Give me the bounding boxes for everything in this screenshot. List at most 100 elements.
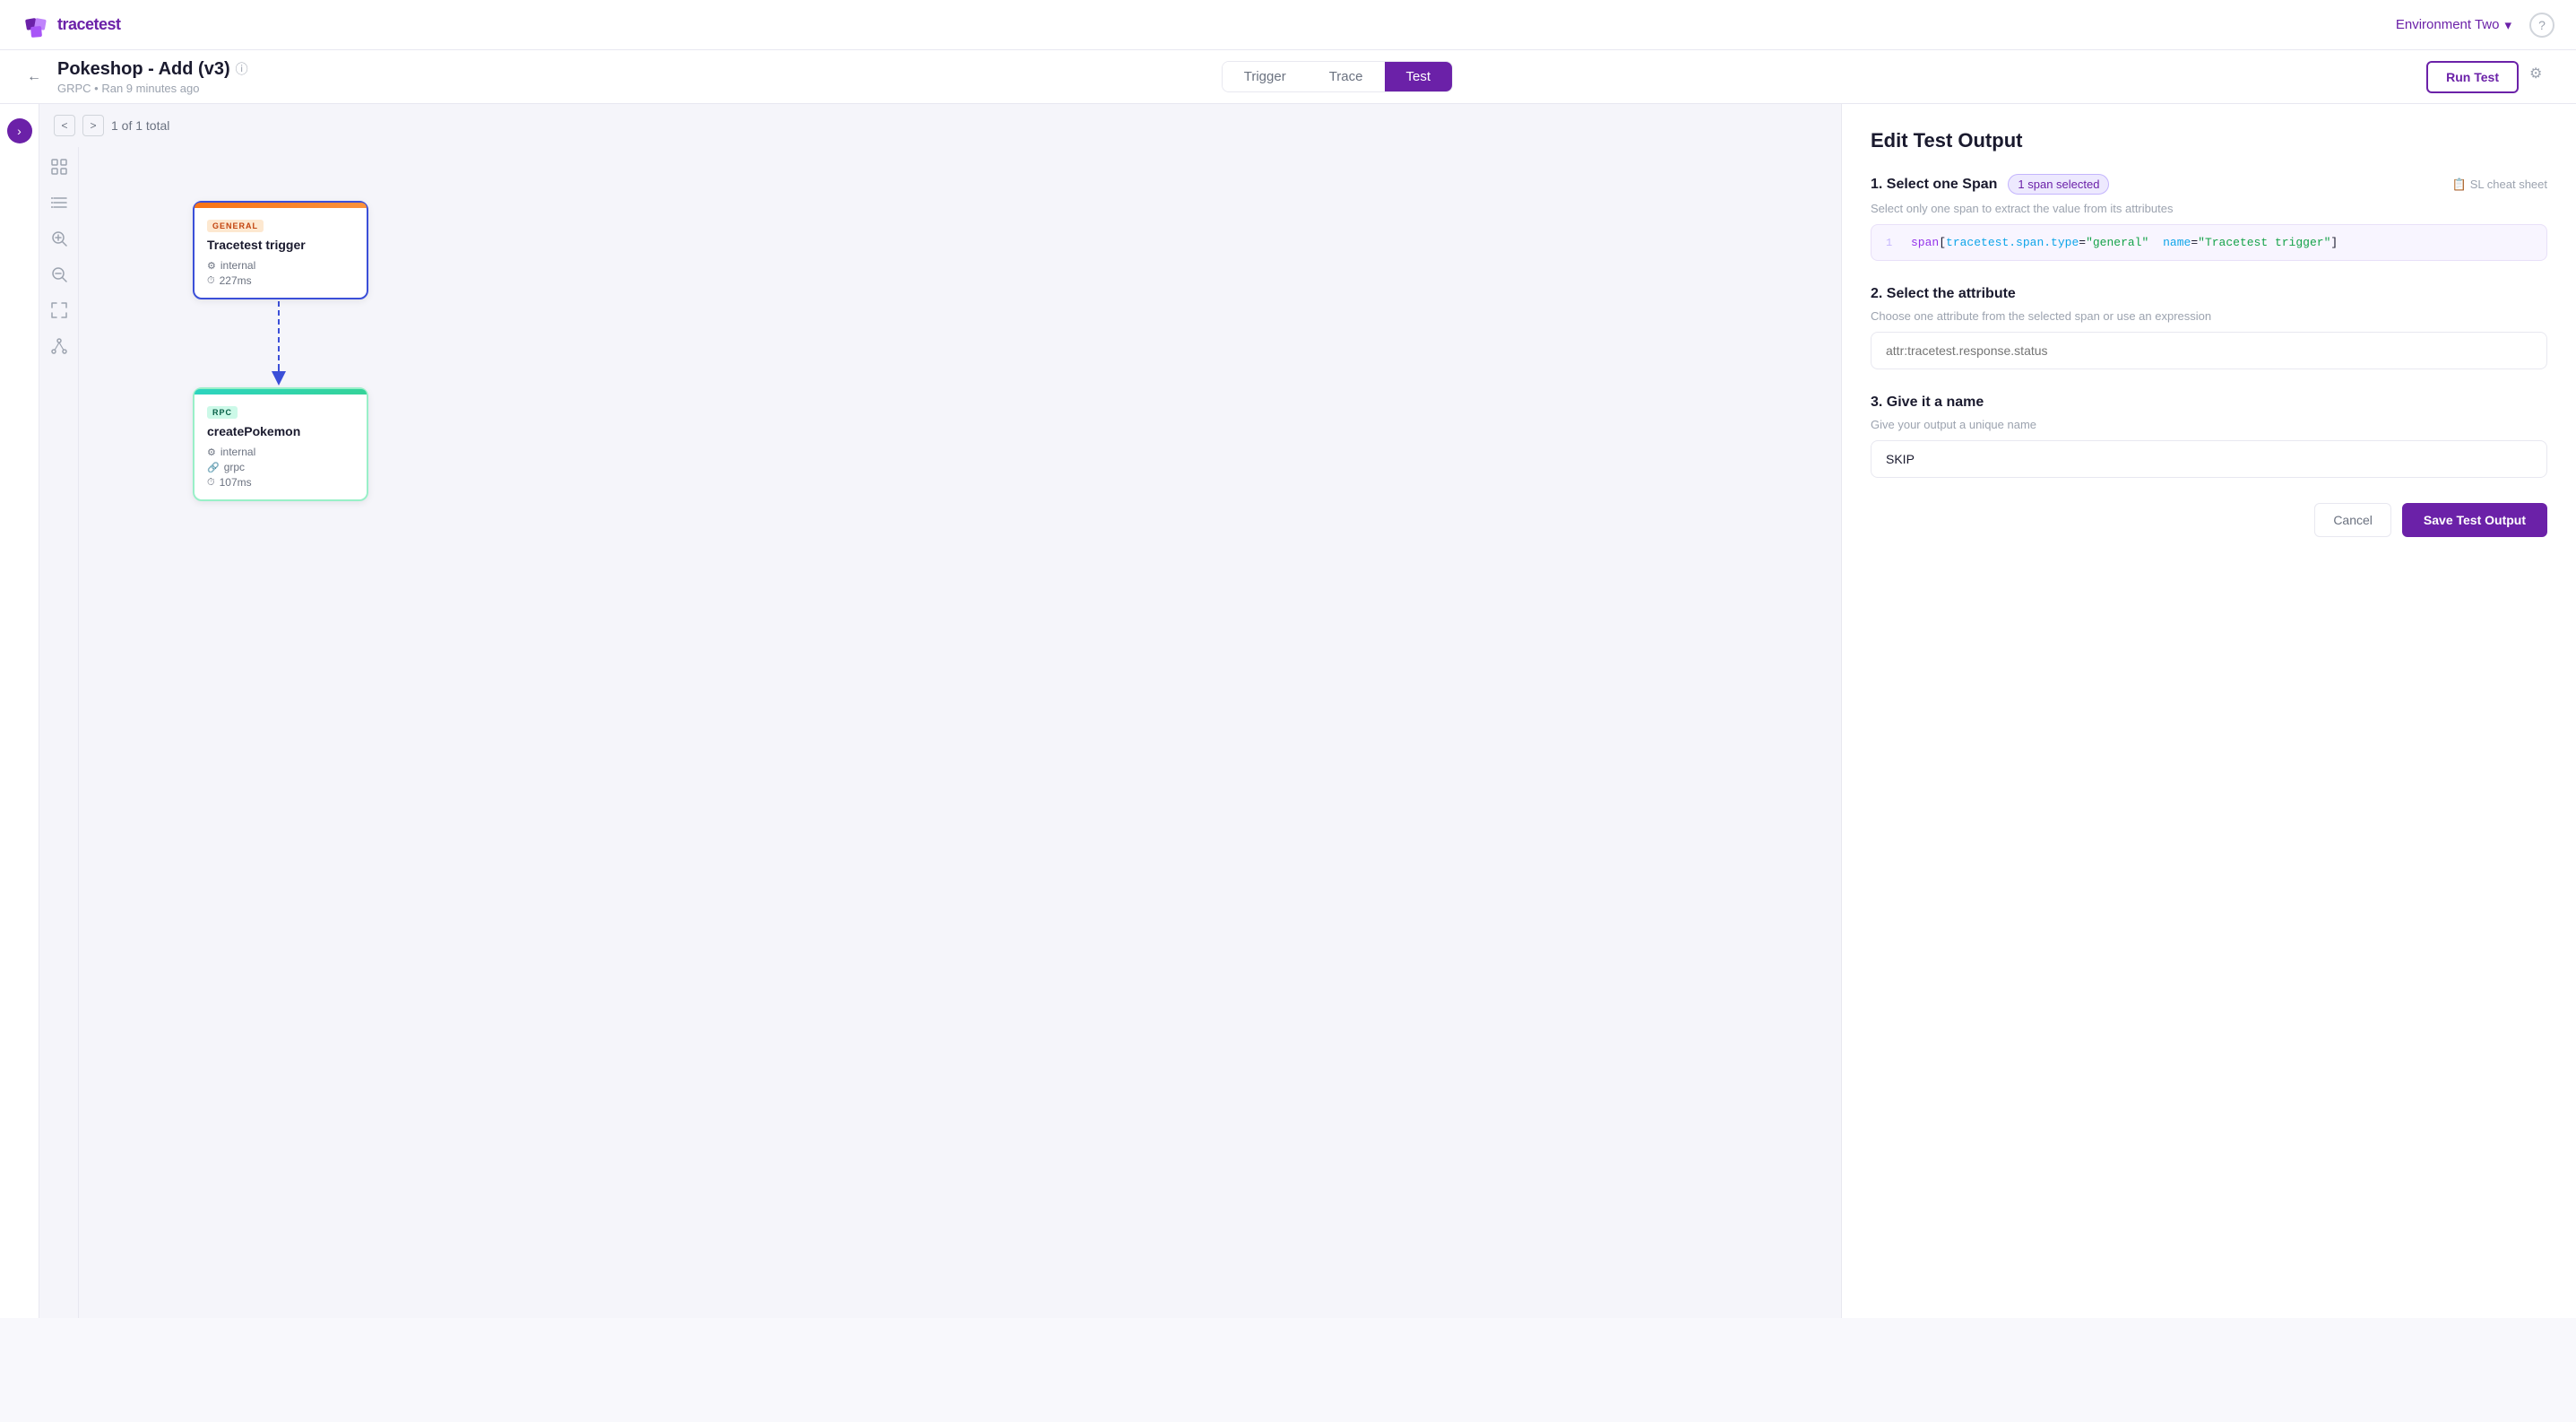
selector-code-box[interactable]: 1 span[tracetest.span.type="general" nam…: [1871, 224, 2547, 261]
tab-trace[interactable]: Trace: [1308, 62, 1385, 91]
meta-item-duration2: ⏱ 107ms: [207, 476, 354, 489]
trace-canvas: < > 1 of 1 total: [39, 104, 1841, 1318]
logo-area: tracetest: [22, 11, 121, 39]
code-attr-type: tracetest.span.type: [1946, 236, 2079, 249]
info-icon[interactable]: ⓘ: [236, 60, 248, 78]
meta-label-internal: internal: [220, 259, 255, 272]
trace-toolbar: < > 1 of 1 total: [39, 104, 1841, 147]
meta-item-internal: ⚙ internal: [207, 259, 354, 272]
span-title-create-pokemon: createPokemon: [207, 424, 354, 438]
tab-trigger[interactable]: Trigger: [1223, 62, 1308, 91]
span-meta-create-pokemon: ⚙ internal 🔗 grpc ⏱ 107ms: [207, 446, 354, 489]
code-attr-name: name: [2163, 236, 2191, 249]
code-space: [2152, 236, 2159, 249]
meta-label-duration: 227ms: [220, 274, 252, 287]
book-icon: 📋: [2452, 178, 2467, 192]
chevron-down-icon: ▾: [2504, 17, 2511, 33]
span-node-create-pokemon[interactable]: RPC createPokemon ⚙ internal 🔗 grpc ⏱: [193, 387, 368, 501]
section-give-name: 3. Give it a name Give your output a uni…: [1871, 395, 2547, 478]
title-block: Pokeshop - Add (v3) ⓘ GRPC • Ran 9 minut…: [57, 59, 248, 95]
zoom-out-icon[interactable]: [47, 262, 72, 287]
meta-label-duration2: 107ms: [220, 476, 252, 489]
span-node-tracetest-trigger[interactable]: GENERAL Tracetest trigger ⚙ internal ⏱ 2…: [193, 201, 368, 299]
span-badge-general: GENERAL: [207, 220, 264, 232]
tool-sidebar: [39, 147, 79, 1318]
section2-desc: Choose one attribute from the selected s…: [1871, 309, 2547, 323]
section1-title: 1. Select one Span: [1871, 177, 1997, 193]
meta-item-grpc: 🔗 grpc: [207, 461, 354, 473]
section1-header: 1. Select one Span 1 span selected 📋 SL …: [1871, 174, 2547, 195]
span-badge-rpc: RPC: [207, 406, 238, 419]
attribute-input[interactable]: [1871, 332, 2547, 369]
top-nav: tracetest Environment Two ▾ ?: [0, 0, 2576, 50]
env-label: Environment Two: [2396, 17, 2500, 32]
code-bracket-close: ]: [2330, 236, 2338, 249]
tab-test[interactable]: Test: [1385, 62, 1453, 91]
code-span-keyword: span: [1911, 236, 1939, 249]
left-collapse-sidebar: ›: [0, 104, 39, 1318]
chevron-right-icon: ›: [17, 124, 22, 138]
section-select-span: 1. Select one Span 1 span selected 📋 SL …: [1871, 174, 2547, 261]
span-top-bar-rpc: [194, 389, 367, 395]
section3-desc: Give your output a unique name: [1871, 418, 2547, 431]
meta-label-grpc: grpc: [224, 461, 245, 473]
code-line-number: 1: [1886, 237, 1900, 249]
section3-title: 3. Give it a name: [1871, 395, 1984, 411]
logo-icon: [22, 11, 50, 39]
pagination-label: 1 of 1 total: [111, 118, 169, 133]
environment-selector[interactable]: Environment Two ▾: [2396, 17, 2511, 33]
section2-header: 2. Select the attribute: [1871, 286, 2547, 302]
sub-title: GRPC • Ran 9 minutes ago: [57, 82, 248, 95]
span-title-tracetest-trigger: Tracetest trigger: [207, 238, 354, 252]
span-selected-badge: 1 span selected: [2008, 174, 2109, 195]
link-meta-icon: 🔗: [207, 462, 220, 473]
code-equals2: =: [2191, 236, 2198, 249]
next-arrow[interactable]: >: [82, 115, 104, 136]
canvas[interactable]: GENERAL Tracetest trigger ⚙ internal ⏱ 2…: [79, 147, 1841, 1318]
span-top-bar: [194, 203, 367, 208]
panel-actions: Cancel Save Test Output: [1871, 503, 2547, 537]
sl-link-label: SL cheat sheet: [2470, 178, 2547, 191]
help-icon[interactable]: ?: [2529, 13, 2554, 38]
code-content: span[tracetest.span.type="general" name=…: [1911, 236, 2338, 249]
cancel-button[interactable]: Cancel: [2314, 503, 2391, 537]
section3-header: 3. Give it a name: [1871, 395, 2547, 411]
panel-title: Edit Test Output: [1871, 129, 2547, 152]
page-title: Pokeshop - Add (v3): [57, 59, 230, 80]
back-button[interactable]: ←: [22, 65, 47, 90]
back-icon: ←: [27, 69, 41, 85]
output-name-input[interactable]: [1871, 440, 2547, 478]
sl-cheat-sheet-link[interactable]: 📋 SL cheat sheet: [2452, 178, 2547, 192]
graph-icon[interactable]: [47, 334, 72, 359]
section-select-attribute: 2. Select the attribute Choose one attri…: [1871, 286, 2547, 369]
prev-arrow[interactable]: <: [54, 115, 75, 136]
tab-group: Trigger Trace Test: [1222, 61, 1453, 92]
gear-meta-icon: ⚙: [207, 260, 216, 272]
collapse-button[interactable]: ›: [7, 118, 32, 143]
sub-nav-right: Run Test ⚙: [2426, 61, 2554, 93]
meta-item-duration: ⏱ 227ms: [207, 274, 354, 287]
list-view-icon[interactable]: [47, 190, 72, 215]
gear-meta-icon2: ⚙: [207, 447, 216, 458]
main-layout: › < > 1 of 1 total: [0, 104, 2576, 1318]
canvas-with-tools: GENERAL Tracetest trigger ⚙ internal ⏱ 2…: [39, 147, 1841, 1318]
section1-desc: Select only one span to extract the valu…: [1871, 202, 2547, 215]
run-test-button[interactable]: Run Test: [2426, 61, 2519, 93]
connector-svg: [79, 147, 1841, 1318]
span-meta-tracetest: ⚙ internal ⏱ 227ms: [207, 259, 354, 287]
code-equals1: =: [2079, 236, 2086, 249]
right-panel: Edit Test Output 1. Select one Span 1 sp…: [1841, 104, 2576, 1318]
sub-nav: ← Pokeshop - Add (v3) ⓘ GRPC • Ran 9 min…: [0, 50, 2576, 104]
meta-item-internal2: ⚙ internal: [207, 446, 354, 458]
zoom-in-icon[interactable]: [47, 226, 72, 251]
code-val-name: "Tracetest trigger": [2198, 236, 2330, 249]
settings-icon[interactable]: ⚙: [2529, 65, 2554, 90]
sub-nav-left: ← Pokeshop - Add (v3) ⓘ GRPC • Ran 9 min…: [22, 59, 248, 95]
code-bracket-open: [: [1939, 236, 1946, 249]
clock-meta-icon: ⏱: [207, 275, 215, 287]
fit-icon[interactable]: [47, 298, 72, 323]
grid-view-icon[interactable]: [47, 154, 72, 179]
save-test-output-button[interactable]: Save Test Output: [2402, 503, 2547, 537]
logo-text: tracetest: [57, 15, 121, 34]
code-val-general: "general": [2086, 236, 2148, 249]
